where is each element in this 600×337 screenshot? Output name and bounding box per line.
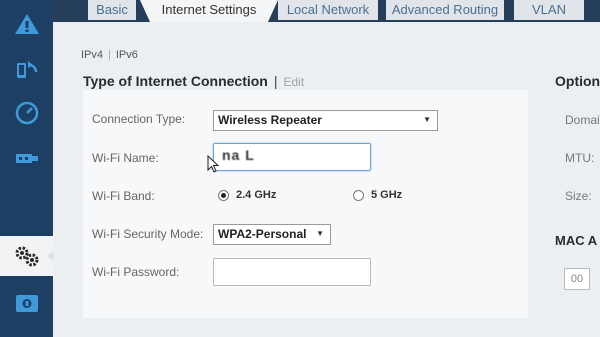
- wifi-name-label: Wi-Fi Name:: [92, 151, 159, 165]
- security-mode-label: Wi-Fi Security Mode:: [92, 227, 204, 241]
- main-content: IPv4 | IPv6 Type of Internet Connection | Ed…: [53, 22, 600, 337]
- band-5ghz-radio[interactable]: [353, 190, 364, 201]
- connection-type-value: Wireless Repeater: [218, 113, 322, 127]
- section-title: Type of Internet Connection | Edit: [83, 73, 304, 89]
- mac-address-title: MAC A: [555, 233, 598, 248]
- tab-internet-settings[interactable]: Internet Settings: [140, 0, 278, 22]
- ip-version-links: IPv4 | IPv6: [81, 49, 138, 61]
- mtu-label: MTU:: [565, 151, 595, 165]
- connection-panel: Connection Type: Wireless Repeater ▼ Wi-…: [83, 90, 528, 318]
- band-2-4ghz-radio[interactable]: [218, 190, 229, 201]
- speed-dial-icon: [15, 101, 39, 125]
- tab-advanced-routing[interactable]: Advanced Routing: [386, 0, 504, 20]
- wifi-band-label: Wi-Fi Band:: [92, 189, 155, 203]
- domain-label: Domai: [565, 113, 600, 127]
- mouse-cursor-icon: [207, 154, 220, 178]
- connection-type-select[interactable]: Wireless Repeater ▼: [213, 110, 438, 131]
- sidebar-item-media[interactable]: [0, 283, 53, 323]
- band-2-4ghz-label: 2.4 GHz: [236, 189, 277, 201]
- wifi-name-input[interactable]: na L: [213, 143, 371, 171]
- band-5ghz-label: 5 GHz: [371, 189, 403, 201]
- tab-vlan[interactable]: VLAN: [514, 0, 584, 20]
- wifi-password-label: Wi-Fi Password:: [92, 265, 180, 279]
- media-icon: [14, 292, 40, 314]
- size-label: Size:: [565, 189, 592, 203]
- title-divider: |: [273, 73, 278, 89]
- device-sync-icon: [14, 57, 40, 83]
- sidebar-item-usb[interactable]: [0, 138, 53, 178]
- security-mode-select[interactable]: WPA2-Personal ▼: [213, 224, 331, 245]
- network-warning-icon: [14, 12, 40, 36]
- connection-type-label: Connection Type:: [92, 112, 186, 126]
- edit-link[interactable]: Edit: [284, 75, 305, 89]
- mac-octet-input[interactable]: 00: [564, 268, 590, 290]
- dropdown-caret-icon: ▼: [423, 115, 431, 124]
- tab-local-network[interactable]: Local Network: [278, 0, 378, 20]
- ipv4-link[interactable]: IPv4: [81, 49, 103, 61]
- separator: |: [108, 49, 111, 61]
- options-title: Option: [555, 73, 600, 89]
- wifi-name-value: na L: [222, 147, 255, 163]
- security-mode-value: WPA2-Personal: [218, 227, 307, 241]
- sidebar: [0, 0, 54, 337]
- dropdown-caret-icon: ▼: [316, 229, 324, 238]
- tab-basic[interactable]: Basic: [88, 0, 136, 20]
- section-title-text: Type of Internet Connection: [83, 73, 268, 89]
- ipv6-link[interactable]: IPv6: [116, 49, 138, 61]
- usb-icon: [15, 150, 39, 166]
- settings-gears-icon: [13, 244, 41, 268]
- sidebar-item-network[interactable]: [0, 4, 53, 44]
- sidebar-item-devices[interactable]: [0, 50, 53, 90]
- sidebar-item-speed[interactable]: [0, 93, 53, 133]
- wifi-password-input[interactable]: [213, 258, 371, 286]
- sidebar-item-settings[interactable]: [0, 236, 54, 276]
- tab-bar: Basic Internet Settings Local Network Ad…: [53, 0, 600, 22]
